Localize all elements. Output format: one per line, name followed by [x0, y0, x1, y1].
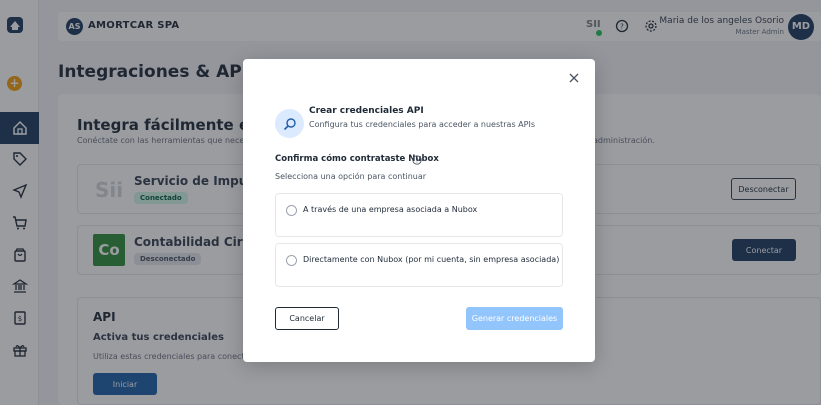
- svg-text:?: ?: [415, 157, 418, 164]
- radio-button[interactable]: [286, 205, 297, 216]
- close-button[interactable]: [567, 71, 581, 85]
- option-associated-company[interactable]: A través de una empresa asociada a Nubox: [275, 193, 563, 237]
- cancel-button[interactable]: Cancelar: [275, 307, 339, 330]
- search-icon: [275, 109, 304, 138]
- question-circle-icon[interactable]: ?: [412, 155, 422, 165]
- option-direct-nubox[interactable]: Directamente con Nubox (por mi cuenta, s…: [275, 243, 563, 287]
- modal-title: Crear credenciales API: [309, 106, 424, 116]
- generate-credentials-button[interactable]: Generar credenciales: [466, 307, 563, 330]
- option-label: A través de una empresa asociada a Nubox: [303, 205, 478, 214]
- modal-subtitle: Configura tus credenciales para acceder …: [309, 120, 535, 129]
- option-label: Directamente con Nubox (por mi cuenta, s…: [303, 255, 560, 264]
- select-hint: Selecciona una opción para continuar: [275, 172, 427, 181]
- close-icon: [569, 73, 579, 83]
- create-credentials-modal: Crear credenciales API Configura tus cre…: [243, 59, 595, 362]
- radio-button[interactable]: [286, 255, 297, 266]
